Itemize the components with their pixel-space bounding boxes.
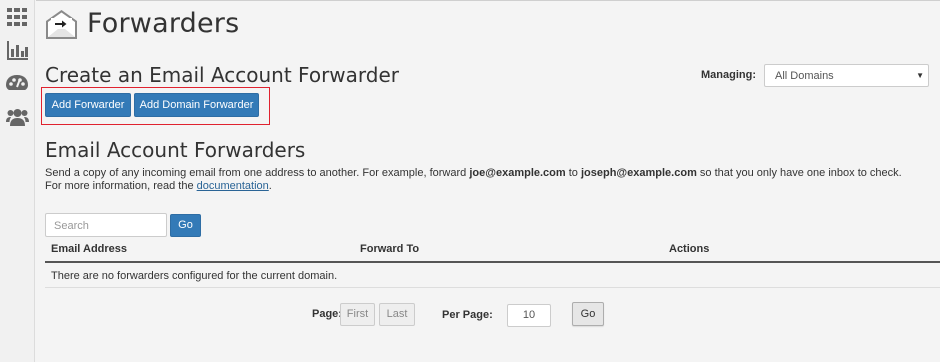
add-forwarder-button[interactable]: Add Forwarder	[45, 93, 131, 117]
page-label: Page:	[312, 308, 342, 320]
documentation-link[interactable]: documentation	[197, 180, 269, 192]
per-page-label: Per Page:	[442, 309, 493, 321]
users-icon[interactable]	[5, 105, 29, 129]
column-header-email-address[interactable]: Email Address	[51, 243, 127, 255]
desc-text-1: Send a copy of any incoming email from o…	[45, 167, 470, 179]
empty-table-message: There are no forwarders configured for t…	[51, 270, 338, 282]
envelope-forward-icon	[45, 9, 78, 40]
example-from-address: joe@example.com	[469, 167, 566, 179]
forwarders-description: Send a copy of any incoming email from o…	[45, 167, 905, 193]
palette-icon[interactable]	[5, 72, 29, 96]
forwarders-list-heading: Email Account Forwarders	[45, 138, 306, 162]
table-row-rule	[45, 287, 940, 288]
caret-down-icon: ▼	[916, 71, 924, 80]
desc-text-2: to	[565, 167, 581, 179]
managing-domain-select[interactable]: All Domains ▼	[764, 64, 929, 87]
managing-label: Managing:	[701, 69, 756, 81]
example-to-address: joseph@example.com	[580, 167, 697, 179]
last-page-button[interactable]: Last	[379, 303, 415, 326]
grid-icon[interactable]	[5, 5, 29, 29]
create-forwarder-heading: Create an Email Account Forwarder	[45, 63, 400, 87]
page-title: Forwarders	[87, 8, 240, 39]
search-input[interactable]: Search	[45, 213, 167, 237]
desc-text-4: .	[268, 180, 272, 192]
sidebar	[0, 0, 35, 362]
pagination-go-button[interactable]: Go	[572, 302, 604, 326]
managing-selected-value: All Domains	[775, 70, 834, 82]
column-header-actions: Actions	[669, 243, 710, 255]
main-content: Forwarders Create an Email Account Forwa…	[36, 0, 940, 362]
column-header-forward-to[interactable]: Forward To	[360, 243, 419, 255]
first-page-button[interactable]: First	[340, 303, 375, 326]
add-domain-forwarder-button[interactable]: Add Domain Forwarder	[134, 93, 259, 117]
search-go-button[interactable]: Go	[170, 214, 201, 237]
per-page-input[interactable]: 10	[507, 304, 551, 327]
bar-chart-icon[interactable]	[5, 38, 29, 62]
table-header-rule	[45, 261, 940, 263]
